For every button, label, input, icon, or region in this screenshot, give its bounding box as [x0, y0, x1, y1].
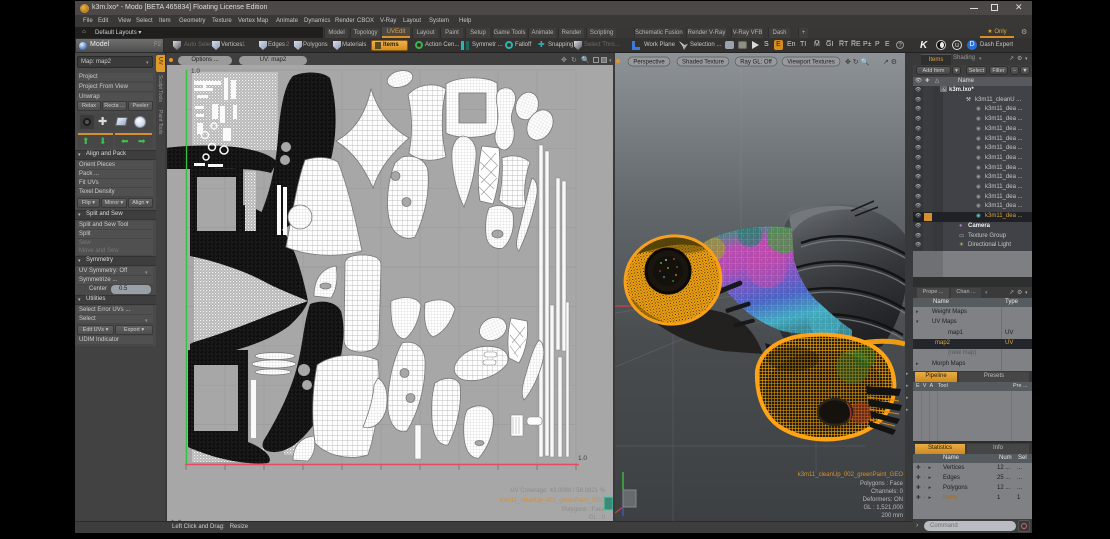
svg-text:Polygons : Face: Polygons : Face	[860, 481, 904, 487]
svg-text:Channels: 0: Channels: 0	[871, 489, 904, 495]
svg-text:Polygons : Face: Polygons : Face	[562, 507, 606, 513]
svg-text:Ray GL: Off: Ray GL: Off	[740, 60, 772, 66]
svg-text:200 mm: 200 mm	[881, 513, 903, 519]
svg-text:✥ ↻ 🔍: ✥ ↻ 🔍	[845, 57, 870, 66]
svg-text:Perspective: Perspective	[633, 60, 665, 66]
svg-text:GL : 1,521,000: GL : 1,521,000	[864, 505, 904, 511]
svg-text:k3m11_cleanUp_002_greenPaint_G: k3m11_cleanUp_002_greenPaint_GEO	[500, 498, 606, 504]
svg-text:k3m11_cleanUp_002_greenPaint_G: k3m11_cleanUp_002_greenPaint_GEO	[798, 472, 904, 478]
svg-text:UV Coverage: 43.0098 / 58.3921: UV Coverage: 43.0098 / 58.3921 %	[510, 488, 605, 494]
svg-text:Shaded Texture: Shaded Texture	[682, 60, 725, 66]
svg-text:GL : 0: GL : 0	[589, 515, 606, 521]
svg-text:Viewport Textures: Viewport Textures	[787, 60, 834, 66]
svg-text:✥ ⚙: ✥ ⚙	[170, 519, 182, 521]
svg-text:1.0: 1.0	[191, 68, 200, 75]
svg-text:1.0: 1.0	[578, 455, 587, 462]
svg-text:↗ ⚙: ↗ ⚙	[883, 58, 897, 66]
svg-text:Deformers: ON: Deformers: ON	[863, 497, 903, 503]
